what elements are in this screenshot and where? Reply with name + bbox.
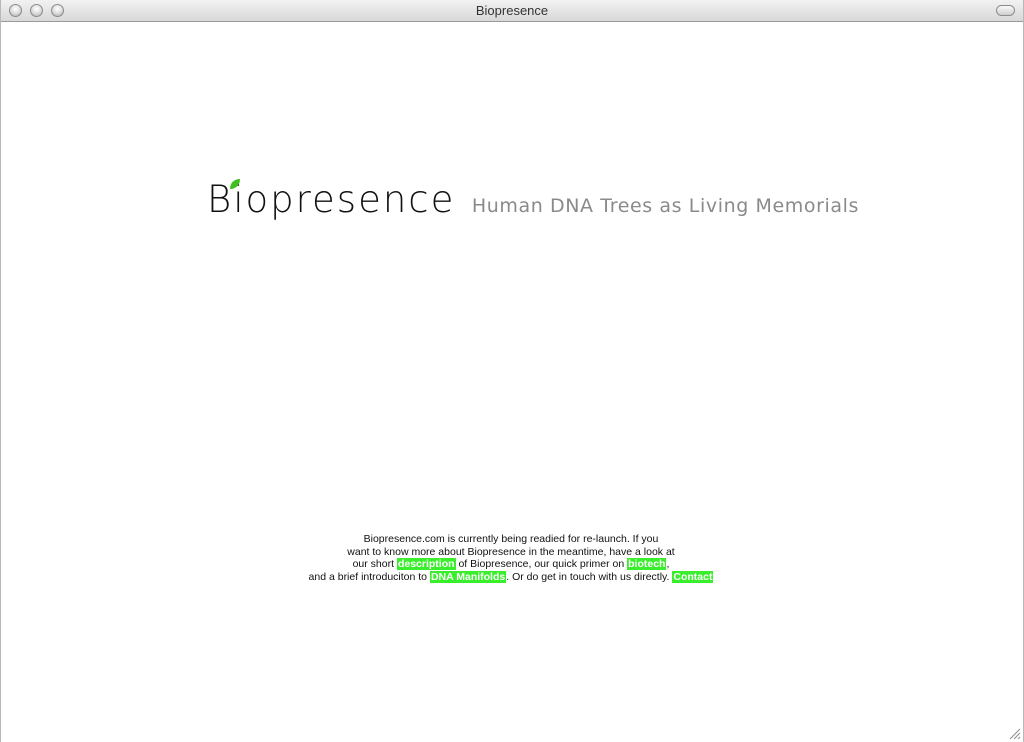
resize-grip-icon[interactable] [1008,727,1021,740]
intro-text: , [666,558,670,570]
intro-line-1: Biopresence.com is currently being readi… [363,533,659,545]
leaf-icon [230,179,240,189]
biotech-link[interactable]: biotech [627,558,667,570]
window-title: Biopresence [475,3,549,18]
intro-paragraph: Biopresence.com is currently being readi… [251,533,771,583]
contact-link[interactable]: Contact [672,570,714,583]
site-logo: Biopresence [207,178,455,221]
intro-text: our short [352,558,397,570]
intro-text: . Or do get in touch with us directly. [506,570,673,583]
title-bar: Biopresence [1,0,1023,22]
intro-line-3: our short description of Biopresence, ou… [251,558,771,571]
dna-manifolds-link[interactable]: DNA Manifolds [429,570,507,583]
description-link[interactable]: description [396,558,456,570]
intro-line-4: and a brief introduciton to DNA Manifold… [251,570,771,584]
intro-text: of Biopresence, our quick primer on [455,558,628,570]
logo-text: Biopresence [207,178,456,221]
toolbar-toggle-button[interactable] [996,5,1015,16]
site-header: Biopresence Human DNA Trees as Living Me… [207,178,859,224]
intro-text: and a brief introduciton to [308,570,430,583]
site-tagline: Human DNA Trees as Living Memorials [471,195,860,217]
intro-line-2: want to know more about Biopresence in t… [347,545,675,558]
browser-window: Biopresence Biopresence Human DNA Trees … [0,0,1024,742]
